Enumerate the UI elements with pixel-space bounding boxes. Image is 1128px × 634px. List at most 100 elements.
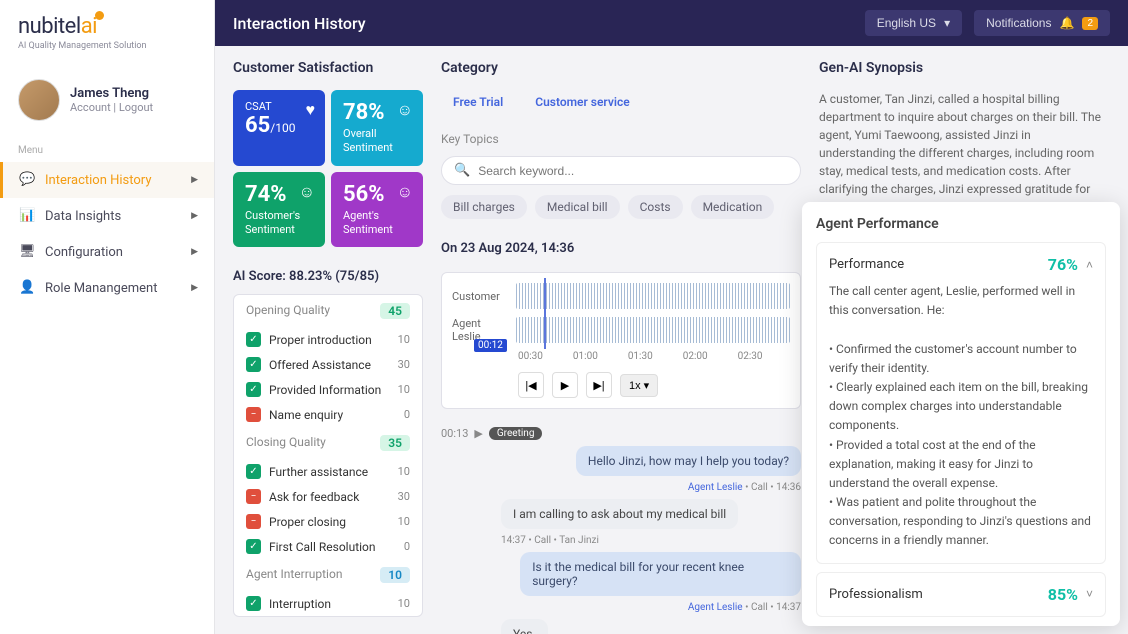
notifications-button[interactable]: Notifications 🔔 2: [974, 10, 1110, 36]
synopsis-title: Gen-AI Synopsis: [819, 60, 1110, 76]
perf-card[interactable]: Professionalism85%˅: [816, 572, 1106, 617]
score-badge: 45: [380, 303, 410, 319]
nav-icon: 📊: [19, 208, 35, 224]
page-title: Interaction History: [233, 14, 366, 33]
check-icon: ✓: [246, 539, 261, 554]
score-row: −Proper closing10: [234, 509, 422, 534]
topic-chip[interactable]: Bill charges: [441, 195, 527, 219]
current-time: 00:12: [474, 339, 507, 352]
ai-score-card: Opening Quality45✓Proper introduction10✓…: [233, 294, 423, 617]
bell-icon: 🔔: [1059, 16, 1074, 30]
check-icon: ✓: [246, 332, 261, 347]
ai-score-title: AI Score: 88.23% (75/85): [233, 269, 423, 284]
score-row: ✓First Call Resolution0: [234, 534, 422, 559]
search-box[interactable]: 🔍: [441, 156, 801, 185]
tile-icon: ☺: [397, 182, 413, 202]
csat-tile[interactable]: ☺ 56% Agent'sSentiment: [331, 172, 423, 248]
score-row: ✓Provided Information10: [234, 377, 422, 402]
nav-label: Configuration: [45, 245, 123, 260]
score-row: −Name enquiry0: [234, 402, 422, 427]
time-tick: 01:30: [628, 351, 653, 362]
check-icon: ✓: [246, 596, 261, 611]
minus-icon: −: [246, 407, 261, 422]
chat-bubble-cust: Yes.: [501, 619, 548, 634]
minus-icon: −: [246, 489, 261, 504]
check-icon: ✓: [246, 357, 261, 372]
sidebar-item-configuration[interactable]: 🖥Configuration▶: [0, 234, 214, 270]
chevron-right-icon: ▶: [191, 247, 198, 257]
score-row: ✓Proper introduction10: [234, 327, 422, 352]
nav-label: Data Insights: [45, 209, 121, 224]
waveform-area: Customer Agent Leslie 00:12 00:3001:0001…: [441, 272, 801, 409]
perf-name: Performance: [829, 257, 904, 272]
score-row: −Ask for feedback30: [234, 484, 422, 509]
brand-suffix: ai: [81, 14, 97, 39]
brand-dot-icon: [95, 11, 104, 20]
chevron-up-icon[interactable]: ˄: [1086, 258, 1093, 272]
sidebar-item-interaction-history[interactable]: 💬Interaction History▶: [0, 162, 214, 198]
waveform-agent[interactable]: [516, 317, 790, 343]
brand-name: nubitel: [18, 14, 81, 39]
key-topics-label: Key Topics: [441, 132, 801, 146]
language-label: English US: [877, 16, 936, 30]
sidebar-item-data-insights[interactable]: 📊Data Insights▶: [0, 198, 214, 234]
perf-pct: 76%: [1048, 255, 1078, 274]
tile-icon: ♥: [306, 100, 316, 120]
csat-tile[interactable]: ☺ 74% Customer'sSentiment: [233, 172, 325, 248]
score-group-header: Closing Quality35: [234, 427, 422, 459]
sidebar-item-role-manangement[interactable]: 👤Role Manangement▶: [0, 270, 214, 306]
search-icon: 🔍: [454, 163, 470, 178]
menu-label: Menu: [0, 139, 214, 162]
sidebar: nubitelai AI Quality Management Solution…: [0, 0, 215, 634]
perf-pct: 85%: [1048, 585, 1078, 604]
time-tick: 00:30: [518, 351, 543, 362]
time-tick: 01:00: [573, 351, 598, 362]
user-account-links[interactable]: Account | Logout: [70, 101, 153, 114]
tile-icon: ☺: [397, 100, 413, 120]
topic-chip[interactable]: Medical bill: [535, 195, 620, 219]
chat-bubble-agent: Is it the medical bill for your recent k…: [520, 552, 801, 596]
score-row: ✓Further assistance10: [234, 459, 422, 484]
play-dot-icon[interactable]: ▶: [474, 427, 482, 440]
time-tick: 02:30: [738, 351, 763, 362]
time-tick: 02:00: [683, 351, 708, 362]
notifications-count: 2: [1082, 17, 1098, 30]
score-badge: 35: [380, 435, 410, 451]
category-title: Category: [441, 60, 801, 76]
playback-title: On 23 Aug 2024, 14:36: [441, 241, 801, 256]
col-category: Category Free Trial Customer service Key …: [441, 60, 801, 634]
category-link[interactable]: Free Trial: [441, 90, 515, 114]
chevron-right-icon: ▶: [191, 175, 198, 185]
csat-tile[interactable]: ♥ CSAT 65/100: [233, 90, 325, 166]
topic-chip[interactable]: Costs: [628, 195, 683, 219]
chat-meta: 14:37 • Call • Tan Jinzi: [501, 535, 599, 546]
search-input[interactable]: [478, 164, 788, 178]
check-icon: ✓: [246, 464, 261, 479]
prev-button[interactable]: |◀: [518, 372, 544, 398]
topbar: Interaction History English US ▾ Notific…: [215, 0, 1128, 46]
avatar[interactable]: [18, 79, 60, 121]
nav: 💬Interaction History▶📊Data Insights▶🖥Con…: [0, 162, 214, 306]
csat-tile[interactable]: ☺ 78% OverallSentiment: [331, 90, 423, 166]
chevron-right-icon: ▶: [191, 283, 198, 293]
chevron-down-icon[interactable]: ˅: [1086, 587, 1093, 601]
chat-bubble-cust: I am calling to ask about my medical bil…: [501, 499, 738, 529]
chevron-down-icon: ▾: [944, 16, 950, 30]
category-links: Free Trial Customer service: [441, 90, 801, 114]
topic-chip[interactable]: Medication: [691, 195, 775, 219]
logo-area: nubitelai AI Quality Management Solution: [0, 0, 214, 61]
agent-performance-panel: Agent Performance Performance76%˄The cal…: [802, 202, 1120, 626]
category-link[interactable]: Customer service: [523, 90, 641, 114]
score-row: ✓Interruption10: [234, 591, 422, 616]
notifications-label: Notifications: [986, 16, 1051, 30]
time-ticks: 00:30 01:00 01:30 02:00 02:30: [518, 351, 790, 362]
score-badge: 10: [380, 567, 410, 583]
perf-card[interactable]: Performance76%˄The call center agent, Le…: [816, 242, 1106, 564]
play-button[interactable]: ▶: [552, 372, 578, 398]
waveform-customer[interactable]: [516, 283, 790, 309]
speed-selector[interactable]: 1x ▾: [620, 374, 658, 397]
main: Interaction History English US ▾ Notific…: [215, 0, 1128, 634]
language-selector[interactable]: English US ▾: [865, 10, 962, 36]
chat-meta: Agent Leslie • Call • 14:37: [688, 602, 801, 613]
next-button[interactable]: ▶|: [586, 372, 612, 398]
